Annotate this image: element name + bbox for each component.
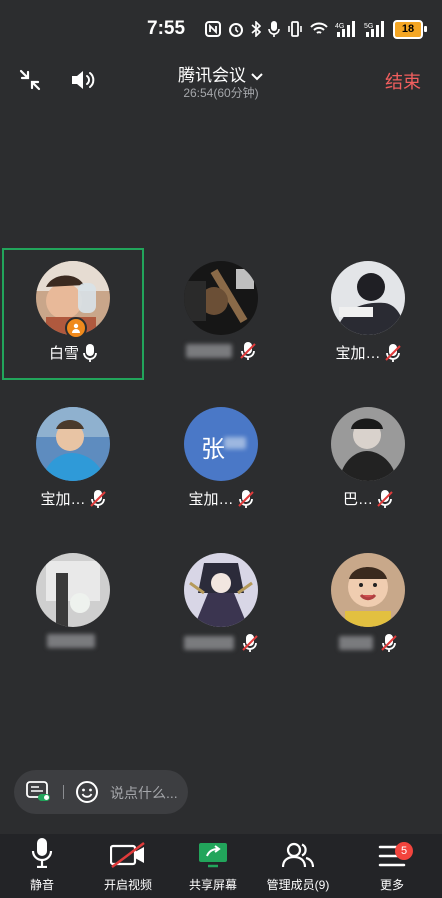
participant-name-redacted <box>339 636 373 650</box>
participant-tile[interactable] <box>151 541 291 671</box>
chat-placeholder[interactable]: 说点什么... <box>110 783 178 803</box>
mic-on-icon <box>83 343 97 362</box>
participant-name: 宝加… <box>188 491 234 508</box>
share-screen-label: 共享屏幕 <box>188 878 237 892</box>
manage-members-button[interactable]: 管理成员(9) <box>262 834 334 898</box>
wifi-icon <box>310 22 328 34</box>
mic-muted-icon <box>240 342 256 360</box>
end-meeting-button[interactable]: 结束 <box>385 68 421 94</box>
participant-tile[interactable]: 宝加… <box>3 395 143 525</box>
caption-button[interactable] <box>26 781 52 803</box>
status-time: 7:55 <box>147 18 186 39</box>
mic-status-icon <box>268 21 280 37</box>
participant-name: 宝加… <box>335 345 381 362</box>
share-screen-button[interactable]: 共享屏幕 <box>183 834 243 898</box>
participant-tile[interactable] <box>298 541 438 671</box>
chat-bar[interactable]: 说点什么... <box>14 770 188 814</box>
avatar <box>184 261 258 335</box>
avatar <box>331 407 405 481</box>
avatar: 张 <box>184 407 258 481</box>
caption-icon <box>26 781 50 801</box>
participant-tile[interactable]: 宝加… <box>298 249 438 379</box>
meeting-title: 腾讯会议 <box>178 66 246 85</box>
status-icons: 4G 5G 18 <box>205 18 427 40</box>
mic-muted-icon <box>377 489 393 508</box>
notification-badge: 5 <box>395 842 413 860</box>
avatar <box>184 553 258 627</box>
svg-text:5G: 5G <box>364 23 373 30</box>
more-label: 更多 <box>379 878 404 892</box>
video-off-icon <box>110 842 145 868</box>
mic-muted-icon <box>381 634 397 652</box>
mic-muted-icon <box>237 489 254 508</box>
avatar-initial: 张 <box>201 436 225 463</box>
smiley-icon <box>76 781 98 803</box>
status-bar: 7:55 4G 5G 18 <box>0 0 442 56</box>
members-icon <box>282 842 314 868</box>
vibrate-icon <box>288 21 302 37</box>
participant-tile[interactable] <box>151 249 291 379</box>
start-video-label: 开启视频 <box>103 878 152 892</box>
participant-name: 巴… <box>342 491 373 508</box>
more-button[interactable]: 更多 <box>362 834 422 898</box>
share-screen-icon <box>199 843 227 868</box>
bottom-toolbar: 静音 开启视频 共享屏幕 管理成员(9) 更多 5 <box>0 834 442 898</box>
participant-name: 白雪 <box>48 345 79 362</box>
svg-text:4G: 4G <box>335 23 344 30</box>
participant-name: 宝加… <box>40 491 86 508</box>
battery-level: 18 <box>393 19 423 39</box>
meeting-header: 腾讯会议 26:54(60分钟) 结束 <box>0 56 442 104</box>
meeting-title-button[interactable]: 腾讯会议 <box>0 61 442 86</box>
chevron-down-icon <box>251 72 263 80</box>
nfc-icon <box>205 21 221 37</box>
avatar <box>36 407 110 481</box>
alarm-icon <box>229 23 243 37</box>
participant-tile[interactable]: 张 宝加… <box>151 395 291 525</box>
participant-tile[interactable]: 巴… <box>298 395 438 525</box>
participant-tile[interactable] <box>3 541 143 671</box>
mute-label: 静音 <box>29 878 54 892</box>
user-icon <box>72 323 80 333</box>
signal-5g-icon: 5G <box>364 21 384 37</box>
bluetooth-icon <box>251 21 261 37</box>
avatar <box>331 553 405 627</box>
signal-4g-icon: 4G <box>335 21 355 37</box>
battery-icon: 18 <box>393 19 427 39</box>
participant-name-redacted <box>47 634 95 648</box>
host-badge <box>65 317 87 339</box>
participant-name-redacted <box>186 344 232 358</box>
meeting-duration: 26:54(60分钟) <box>183 86 259 100</box>
emoji-button[interactable] <box>75 780 99 804</box>
mic-muted-icon <box>89 489 106 508</box>
avatar <box>36 553 110 627</box>
manage-members-label: 管理成员(9) <box>266 878 330 892</box>
start-video-button[interactable]: 开启视频 <box>98 834 158 898</box>
mic-muted-icon <box>384 343 401 362</box>
participant-name-redacted <box>184 636 234 650</box>
participant-tile[interactable]: 白雪 <box>2 248 144 380</box>
avatar <box>331 261 405 335</box>
mute-button[interactable]: 静音 <box>12 834 72 898</box>
microphone-icon <box>31 838 53 868</box>
mic-muted-icon <box>242 634 258 652</box>
